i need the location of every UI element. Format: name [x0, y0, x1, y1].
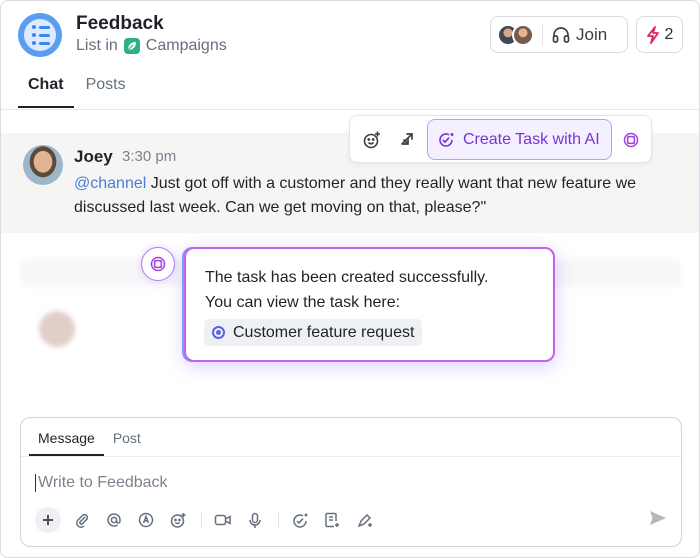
- chat-window: Feedback List in Campaigns Join 2 Chat P…: [0, 0, 700, 558]
- task-sparkle-icon: [437, 131, 455, 149]
- video-icon[interactable]: [211, 508, 235, 532]
- divider: [1, 109, 699, 110]
- breadcrumb-location-link[interactable]: Campaigns: [146, 37, 227, 55]
- message-input[interactable]: [35, 474, 655, 492]
- message-timestamp: 3:30 pm: [122, 148, 177, 165]
- ai-brain-icon: [141, 247, 175, 281]
- task-link-label: Customer feature request: [233, 323, 415, 341]
- popup-view-text: You can view the task here:: [205, 294, 401, 311]
- breadcrumb: List in Campaigns: [76, 37, 227, 55]
- ai-task-created-popup: The task has been created successfully. …: [184, 247, 555, 362]
- leaf-icon: [123, 38, 140, 54]
- attachment-icon[interactable]: [70, 508, 94, 532]
- tab-chat[interactable]: Chat: [18, 76, 74, 108]
- automations-count: 2: [664, 25, 674, 43]
- avatar[interactable]: [23, 145, 63, 185]
- message-actions-toolbar: Create Task with AI: [349, 115, 652, 163]
- view-tabs: Chat Posts: [18, 76, 136, 108]
- tab-post[interactable]: Post: [104, 418, 150, 456]
- avatar: [39, 311, 75, 347]
- create-task-with-ai-label: Create Task with AI: [463, 130, 600, 148]
- create-whiteboard-icon[interactable]: [352, 508, 376, 532]
- send-icon[interactable]: [649, 510, 667, 526]
- convert-arrows-icon[interactable]: [398, 130, 418, 150]
- message-text: Just got off with a customer and they re…: [74, 175, 637, 216]
- lightning-icon: [646, 25, 660, 44]
- ai-brain-icon[interactable]: [621, 130, 641, 150]
- mention-icon[interactable]: [102, 508, 126, 532]
- page-title: Feedback: [76, 13, 164, 34]
- create-task-icon[interactable]: [288, 508, 312, 532]
- automations-button[interactable]: 2: [636, 16, 683, 53]
- create-task-with-ai-button[interactable]: Create Task with AI: [427, 119, 612, 160]
- join-call-group[interactable]: Join: [490, 16, 628, 53]
- composer-toolbar: [35, 507, 384, 533]
- tab-message[interactable]: Message: [29, 418, 104, 456]
- channel-mention[interactable]: @channel: [74, 175, 146, 192]
- join-button[interactable]: Join: [576, 25, 607, 45]
- task-link-chip[interactable]: Customer feature request: [204, 319, 423, 346]
- divider: [21, 456, 681, 457]
- avatar: [512, 23, 534, 46]
- headphones-icon: [551, 25, 571, 45]
- popup-success-text: The task has been created successfully.: [205, 269, 489, 286]
- list-icon: [18, 13, 62, 57]
- ai-assist-icon[interactable]: [134, 508, 158, 532]
- tab-posts[interactable]: Posts: [76, 76, 136, 108]
- message-body: @channel Just got off with a customer an…: [74, 172, 674, 220]
- message-author[interactable]: Joey: [74, 147, 113, 167]
- divider: [542, 23, 543, 46]
- add-reaction-icon[interactable]: [362, 130, 382, 150]
- composer-tabs: Message Post: [29, 418, 150, 456]
- create-doc-icon[interactable]: [320, 508, 344, 532]
- message-composer: Message Post: [20, 417, 682, 547]
- divider: [201, 512, 202, 528]
- task-status-icon: [212, 326, 225, 339]
- emoji-icon[interactable]: [166, 508, 190, 532]
- divider: [278, 512, 279, 528]
- microphone-icon[interactable]: [243, 508, 267, 532]
- breadcrumb-prefix: List in: [76, 37, 118, 54]
- plus-icon[interactable]: [35, 507, 61, 533]
